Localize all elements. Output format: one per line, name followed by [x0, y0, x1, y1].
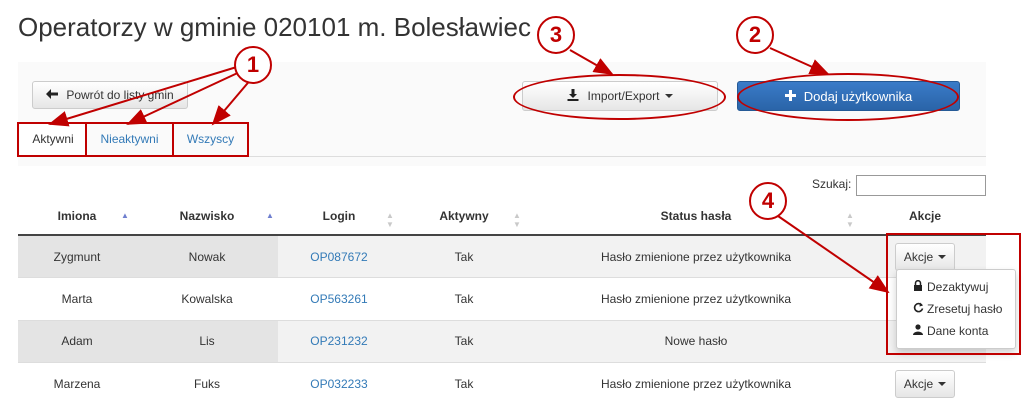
annotation-arrows — [0, 0, 1024, 404]
callout-number-1: 1 — [234, 46, 272, 84]
callout-number-2: 2 — [736, 16, 774, 54]
callout-number-4: 4 — [749, 182, 787, 220]
callout-number-3: 3 — [537, 16, 575, 54]
